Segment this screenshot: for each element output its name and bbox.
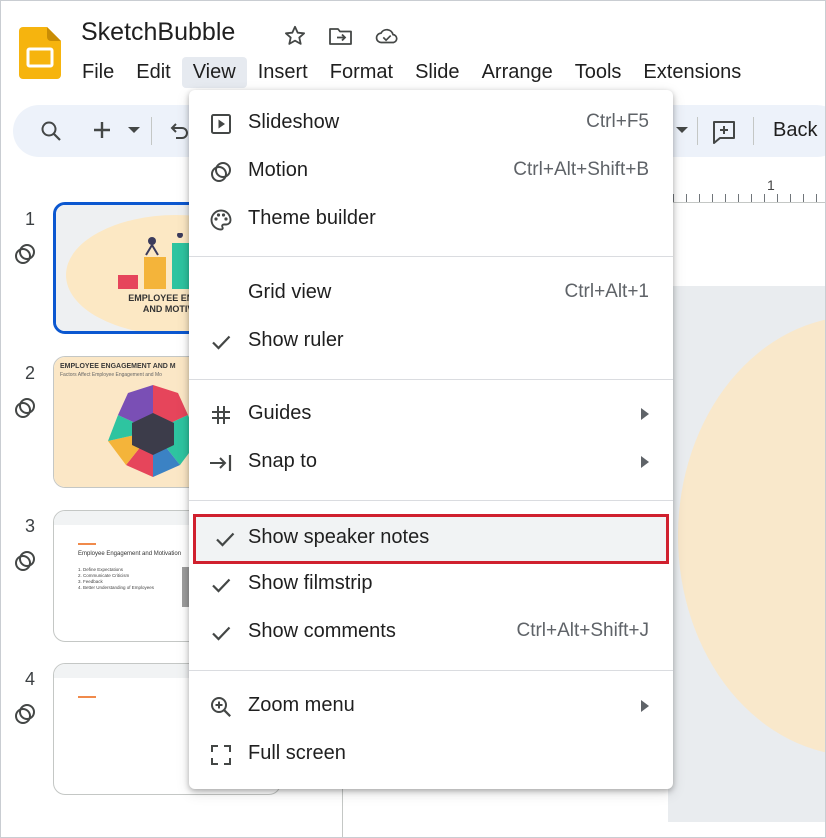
horizontal-ruler[interactable]: 1 xyxy=(673,173,825,203)
menu-item-label: Slideshow xyxy=(248,111,340,133)
canvas-shape xyxy=(678,316,825,756)
palette-icon xyxy=(208,207,234,233)
slide-canvas[interactable] xyxy=(668,286,825,822)
add-icon[interactable] xyxy=(91,119,113,141)
menu-item-shortcut: Ctrl+Alt+1 xyxy=(564,281,649,302)
move-folder-icon[interactable] xyxy=(328,23,354,49)
menu-bar: File Edit View Insert Format Slide Arran… xyxy=(71,54,752,90)
check-icon xyxy=(212,526,238,552)
menu-extensions[interactable]: Extensions xyxy=(632,57,752,88)
menu-item-label: Motion xyxy=(248,159,309,181)
slide-number: 2 xyxy=(25,363,36,383)
menu-format[interactable]: Format xyxy=(319,57,404,88)
motion-icon xyxy=(15,244,35,264)
menu-tools[interactable]: Tools xyxy=(564,57,633,88)
menu-edit[interactable]: Edit xyxy=(125,57,181,88)
menu-item-slideshow[interactable]: Slideshow Ctrl+F5 xyxy=(189,101,673,145)
menu-item-shortcut: Ctrl+F5 xyxy=(586,111,649,132)
menu-item-label: Full screen xyxy=(248,742,346,764)
menu-item-label: Guides xyxy=(248,402,312,424)
menu-file[interactable]: File xyxy=(71,57,125,88)
star-icon[interactable] xyxy=(282,23,308,49)
slides-logo-icon[interactable] xyxy=(19,27,61,79)
ruler-ticks xyxy=(673,194,825,202)
chevron-down-icon[interactable] xyxy=(675,125,689,135)
toolbar-separator xyxy=(697,117,698,145)
menu-item-motion[interactable]: Motion Ctrl+Alt+Shift+B xyxy=(189,149,673,193)
menu-item-zoom-menu[interactable]: Zoom menu xyxy=(189,684,673,728)
menu-item-label: Theme builder xyxy=(248,207,376,229)
check-icon xyxy=(208,620,234,646)
submenu-arrow-icon xyxy=(641,408,649,420)
menu-item-theme-builder[interactable]: Theme builder xyxy=(189,197,673,241)
menu-item-shortcut: Ctrl+Alt+Shift+J xyxy=(516,620,649,641)
menu-slide[interactable]: Slide xyxy=(404,57,470,88)
menu-item-show-comments[interactable]: Show comments Ctrl+Alt+Shift+J xyxy=(189,610,673,654)
thumbnail-accent xyxy=(78,696,96,698)
thumbnail-accent xyxy=(78,543,96,545)
slide-number: 1 xyxy=(25,209,36,229)
slideshow-icon xyxy=(208,111,234,137)
menu-item-show-speaker-notes[interactable]: Show speaker notes xyxy=(193,514,669,564)
app-window: SketchBubble File Edit View Insert Forma… xyxy=(0,0,826,838)
menu-insert[interactable]: Insert xyxy=(247,57,319,88)
check-icon xyxy=(208,329,234,355)
menu-item-shortcut: Ctrl+Alt+Shift+B xyxy=(513,159,649,180)
menu-item-guides[interactable]: Guides xyxy=(189,392,673,436)
slide-number: 4 xyxy=(25,669,36,689)
view-menu-dropdown: Slideshow Ctrl+F5 Motion Ctrl+Alt+Shift+… xyxy=(189,90,673,789)
check-icon xyxy=(208,572,234,598)
toolbar-separator xyxy=(151,117,152,145)
search-icon[interactable] xyxy=(39,119,63,143)
slide-number: 3 xyxy=(25,516,36,536)
motion-icon xyxy=(15,398,35,418)
fullscreen-icon xyxy=(208,742,234,768)
cloud-saved-icon[interactable] xyxy=(374,23,400,49)
ruler-mark: 1 xyxy=(767,177,775,193)
menu-divider xyxy=(189,670,673,671)
menu-item-label: Grid view xyxy=(248,281,332,303)
menu-item-label: Show filmstrip xyxy=(248,572,373,594)
menu-item-full-screen[interactable]: Full screen xyxy=(189,732,673,776)
document-title[interactable]: SketchBubble xyxy=(81,18,235,47)
menu-item-label: Snap to xyxy=(248,450,317,472)
menu-item-show-ruler[interactable]: Show ruler xyxy=(189,319,673,363)
title-actions xyxy=(282,23,400,49)
motion-icon xyxy=(208,159,234,185)
thumbnail-list: 1. Define Expectations 2. Communicate Cr… xyxy=(78,567,155,590)
toolbar-separator xyxy=(753,117,754,145)
menu-item-snap-to[interactable]: Snap to xyxy=(189,440,673,484)
menu-item-grid-view[interactable]: Grid view Ctrl+Alt+1 xyxy=(189,271,673,315)
thumbnail-title: Employee Engagement and Motivation xyxy=(78,551,182,557)
menu-divider xyxy=(189,500,673,501)
motion-icon xyxy=(15,704,35,724)
add-comment-icon[interactable] xyxy=(711,119,737,145)
undo-icon[interactable] xyxy=(167,119,189,141)
menu-item-show-filmstrip[interactable]: Show filmstrip xyxy=(189,562,673,606)
background-button[interactable]: Back xyxy=(773,119,817,142)
thumbnail-title: EMPLOYEE ENGAGEMENT AND M xyxy=(60,363,176,370)
motion-icon xyxy=(15,551,35,571)
snap-icon xyxy=(208,450,234,476)
grid-icon xyxy=(208,402,234,428)
zoom-icon xyxy=(208,694,234,720)
menu-divider xyxy=(189,256,673,257)
menu-view[interactable]: View xyxy=(181,56,247,88)
menu-item-label: Show comments xyxy=(248,620,396,642)
menu-item-label: Show ruler xyxy=(248,329,344,351)
menu-divider xyxy=(189,379,673,380)
menu-arrange[interactable]: Arrange xyxy=(471,57,564,88)
chevron-down-icon[interactable] xyxy=(127,125,141,135)
submenu-arrow-icon xyxy=(641,456,649,468)
menu-item-label: Show speaker notes xyxy=(248,526,430,548)
submenu-arrow-icon xyxy=(641,700,649,712)
thumbnail-subtitle: Factors Affect Employee Engagement and M… xyxy=(60,372,162,378)
menu-item-label: Zoom menu xyxy=(248,694,355,716)
